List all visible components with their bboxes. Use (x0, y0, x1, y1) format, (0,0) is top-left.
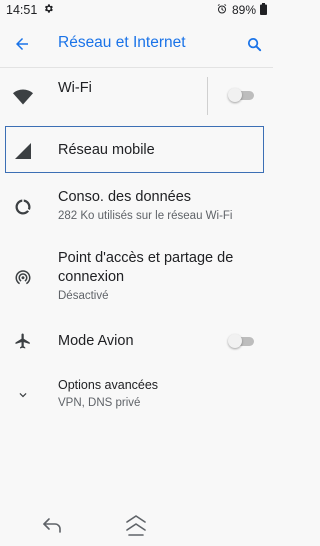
list-item-subtitle: Désactivé (58, 290, 109, 302)
data-usage-icon (12, 196, 34, 218)
navigation-bar (0, 506, 273, 546)
list-item-hotspot[interactable]: Point d'accès et partage de connexion Dé… (0, 244, 273, 312)
settings-gear-icon (43, 3, 54, 17)
toggle-thumb (228, 88, 242, 102)
list-item-label: Wi-Fi (58, 80, 92, 96)
arrow-back-icon[interactable] (10, 32, 34, 56)
chevron-down-icon (12, 384, 34, 406)
status-bar-left: 14:51 (6, 3, 54, 17)
list-item-label-line2: connexion (58, 269, 125, 285)
status-time: 14:51 (6, 3, 38, 17)
airplane-icon (12, 330, 34, 352)
list-item-label: Mode Avion (58, 333, 134, 349)
status-bar-right: 89% (216, 2, 267, 18)
list-item-label: Options avancées (58, 378, 159, 392)
focus-highlight (5, 126, 264, 173)
status-bar: 14:51 89% (0, 0, 273, 20)
battery-percent: 89% (231, 3, 256, 17)
hotspot-icon (12, 266, 34, 288)
page-title: Réseau et Internet (58, 34, 186, 51)
alarm-icon (216, 3, 228, 18)
search-icon[interactable] (242, 32, 266, 56)
app-bar: Réseau et Internet (0, 22, 273, 64)
list-item-data-usage[interactable]: Conso. des données 282 Ko utilisés sur l… (0, 180, 273, 230)
wifi-toggle[interactable] (228, 88, 254, 102)
battery-icon (260, 2, 267, 18)
list-item-label-line1: Point d'accès et partage de (58, 250, 234, 266)
list-item-advanced-options[interactable]: Options avancées VPN, DNS privé (0, 372, 273, 418)
wifi-icon (12, 86, 34, 108)
toggle-thumb (228, 334, 242, 348)
list-item-subtitle: VPN, DNS privé (58, 397, 141, 409)
list-item-subtitle: 282 Ko utilisés sur le réseau Wi-Fi (58, 210, 233, 222)
nav-back-icon[interactable] (40, 516, 64, 536)
airplane-mode-toggle[interactable] (228, 334, 254, 348)
list-item-label: Conso. des données (58, 189, 192, 205)
nav-home-icon[interactable] (124, 513, 148, 539)
wifi-toggle-separator (207, 77, 208, 115)
